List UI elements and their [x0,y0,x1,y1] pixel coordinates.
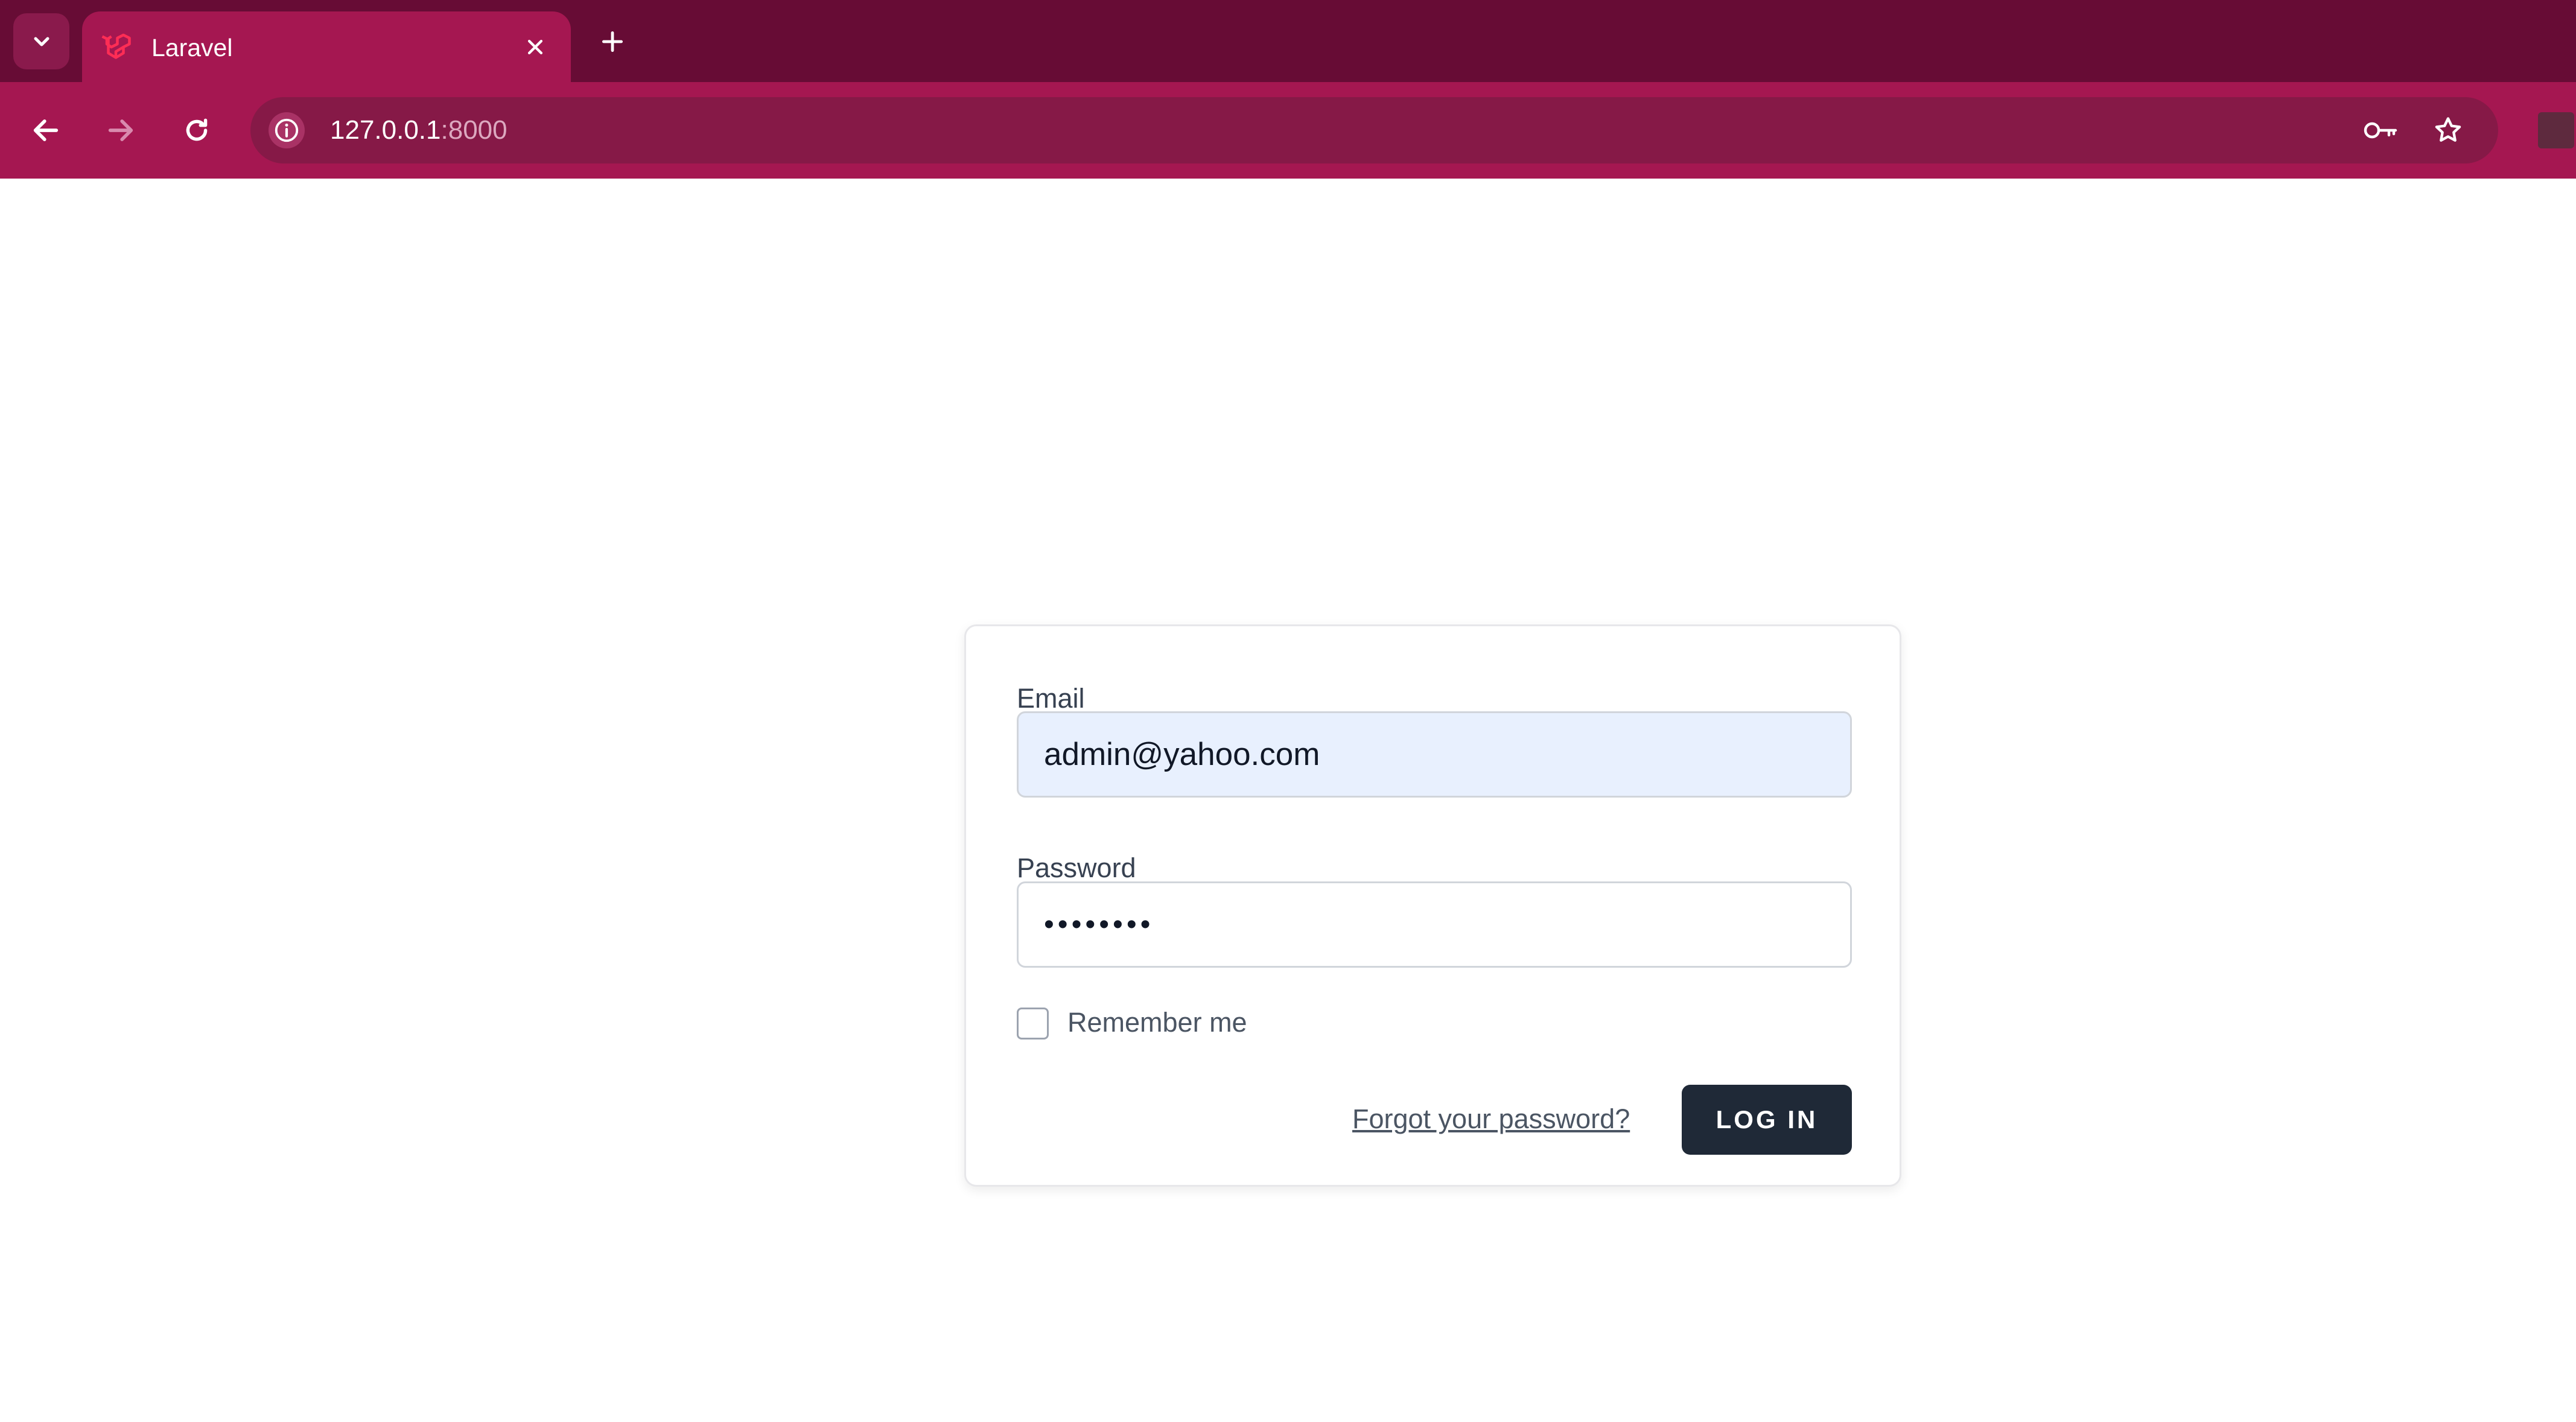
remember-me-label[interactable]: Remember me [1067,1005,1247,1041]
browser-tab[interactable]: Laravel [82,11,571,82]
address-bar[interactable]: 127.0.0.1:8000 [250,97,2498,163]
tab-title: Laravel [151,34,233,62]
reload-button[interactable] [173,106,221,154]
extension-icon[interactable] [2538,112,2574,148]
new-tab-button[interactable] [591,23,634,60]
chevron-down-icon [34,37,49,46]
browser-tab-strip: Laravel [0,0,2576,82]
bookmark-button[interactable] [2430,112,2466,148]
browser-toolbar: 127.0.0.1:8000 [0,82,2576,179]
passwords-button[interactable] [2362,112,2399,148]
star-icon [2435,117,2461,142]
tab-search-button[interactable] [13,13,69,69]
email-input[interactable] [1017,711,1852,798]
remember-me-checkbox[interactable] [1017,1008,1049,1040]
plus-icon [602,31,623,52]
key-icon [2364,122,2397,139]
password-input[interactable] [1017,881,1852,968]
info-icon [275,118,299,142]
forgot-password-link[interactable]: Forgot your password? [1352,1101,1630,1137]
arrow-right-icon [108,119,133,141]
login-button[interactable]: LOG IN [1682,1085,1852,1155]
back-button[interactable] [22,106,70,154]
url-text[interactable]: 127.0.0.1:8000 [330,112,507,148]
url-host: 127.0.0.1 [330,115,441,145]
tab-close-button[interactable] [519,31,552,63]
login-card: Email Password Remember me Forgot your p… [964,624,1901,1187]
password-label: Password [1017,852,1136,883]
forward-button[interactable] [97,106,145,154]
reload-icon [186,118,208,141]
laravel-logo-icon [101,33,131,59]
close-icon [527,39,543,55]
arrow-left-icon [33,119,59,141]
url-port: :8000 [440,115,507,145]
site-info-button[interactable] [269,112,305,148]
